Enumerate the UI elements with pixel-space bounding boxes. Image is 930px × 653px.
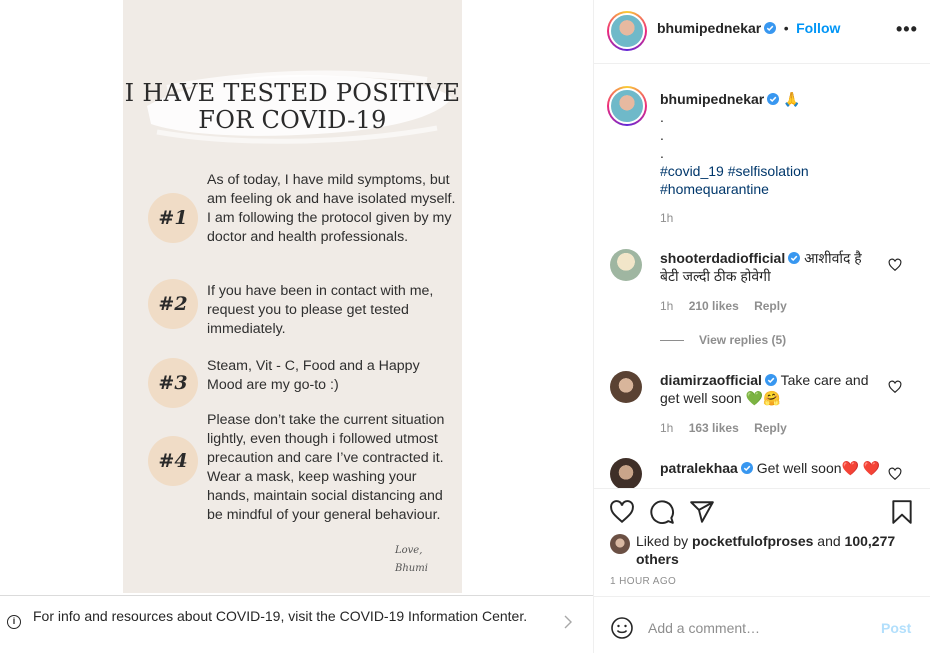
- caption-header: bhumipednekar 🙏: [660, 90, 801, 108]
- hashtag-homequarantine[interactable]: #homequarantine: [660, 181, 769, 197]
- verified-icon: [740, 462, 753, 474]
- post-comment-button[interactable]: Post: [881, 620, 911, 636]
- comment-2-time: 1h: [660, 421, 674, 435]
- bookmark-icon[interactable]: [889, 499, 915, 525]
- likes-and: and: [817, 533, 841, 549]
- follow-button[interactable]: Follow: [796, 20, 840, 36]
- point-text-1: As of today, I have mild symptoms, but a…: [207, 172, 456, 245]
- view-replies-button[interactable]: View replies (5): [699, 333, 786, 347]
- post-actions: Liked by pocketfulofproses and 100,277 o…: [594, 488, 930, 653]
- comment-like-heart-icon[interactable]: [888, 258, 902, 272]
- caption-avatar[interactable]: [607, 86, 647, 126]
- caption-time: 1h: [660, 211, 674, 225]
- point-text-2: If you have been in contact with me, req…: [207, 283, 434, 337]
- point-number-3: #3: [148, 358, 198, 408]
- comment-like-heart-icon[interactable]: [888, 380, 902, 394]
- comment-2-username[interactable]: diamirzaofficial: [660, 372, 762, 388]
- caption-dot-2: .: [660, 127, 664, 143]
- comment-1-meta: 1h 210 likes Reply: [660, 299, 787, 313]
- emoji-icon[interactable]: [610, 616, 634, 640]
- likes-summary: Liked by pocketfulofproses and 100,277 o…: [636, 532, 916, 568]
- verified-icon: [788, 252, 801, 264]
- image-title-line2: FOR COVID-19: [198, 106, 387, 134]
- hashtag-covid[interactable]: #covid_19: [660, 163, 724, 179]
- more-options-icon[interactable]: •••: [896, 20, 918, 38]
- point-number-4: #4: [148, 436, 198, 486]
- point-text-3: Steam, Vit - C, Food and a Happy Mood ar…: [207, 358, 420, 393]
- caption-tags-row: #covid_19 #selfisolation: [660, 162, 809, 180]
- comment-input[interactable]: [648, 615, 868, 641]
- comment-1-likes[interactable]: 210 likes: [689, 299, 739, 313]
- image-title: I HAVE TESTED POSITIVE FOR COVID-19: [123, 80, 462, 134]
- liker-username[interactable]: pocketfulofproses: [692, 533, 813, 549]
- verified-icon: [767, 93, 780, 105]
- liker-avatar[interactable]: [610, 534, 630, 554]
- comment-avatar[interactable]: [610, 249, 642, 281]
- verified-icon: [764, 22, 777, 34]
- image-title-line1: I HAVE TESTED POSITIVE: [124, 79, 461, 107]
- caption-emoji: 🙏: [783, 91, 801, 107]
- signature-love: Love,: [395, 545, 423, 556]
- post-media-area: I HAVE TESTED POSITIVE FOR COVID-19 #1 A…: [0, 0, 593, 595]
- chevron-right-icon[interactable]: [562, 614, 574, 630]
- header-user-row: bhumipednekar • Follow: [657, 20, 840, 38]
- comment-3: patralekhaa Get well soon❤️ ❤️: [660, 459, 885, 477]
- header-username[interactable]: bhumipednekar: [657, 20, 761, 36]
- comment-2: diamirzaofficial Take care and get well …: [660, 371, 885, 407]
- caption-username[interactable]: bhumipednekar: [660, 91, 764, 107]
- verified-icon: [764, 374, 777, 386]
- comments-list: bhumipednekar 🙏 . . . #covid_19 #selfiso…: [594, 65, 930, 488]
- covid-info-banner[interactable]: i For info and resources about COVID-19,…: [0, 595, 593, 653]
- post-side-panel: bhumipednekar • Follow ••• bhumipednekar…: [593, 0, 930, 653]
- replies-divider: [660, 340, 684, 341]
- comment-1-username[interactable]: shooterdadiofficial: [660, 250, 785, 266]
- comment-2-reply-button[interactable]: Reply: [754, 421, 787, 435]
- post-header: bhumipednekar • Follow •••: [594, 0, 930, 64]
- point-number-1: #1: [148, 193, 198, 243]
- heart-icon[interactable]: [609, 499, 635, 525]
- comment-3-text: Get well soon❤️ ❤️: [756, 460, 881, 476]
- comment-1: shooterdadiofficial आशीर्वाद है बेटी जल्…: [660, 249, 880, 285]
- post-image[interactable]: I HAVE TESTED POSITIVE FOR COVID-19 #1 A…: [123, 0, 462, 593]
- comment-2-meta: 1h 163 likes Reply: [660, 421, 787, 435]
- caption-dot-1: .: [660, 109, 664, 125]
- info-icon: i: [7, 615, 21, 629]
- header-separator: •: [783, 20, 789, 36]
- caption-dot-3: .: [660, 145, 664, 161]
- comment-avatar[interactable]: [610, 458, 642, 488]
- comment-1-time: 1h: [660, 299, 674, 313]
- comment-icon[interactable]: [649, 499, 675, 525]
- add-comment-bar: Post: [594, 596, 930, 653]
- signature-name: Bhumi: [395, 563, 428, 574]
- post-timestamp[interactable]: 1 HOUR AGO: [610, 576, 676, 587]
- comment-3-username[interactable]: patralekhaa: [660, 460, 738, 476]
- comment-1-reply-button[interactable]: Reply: [754, 299, 787, 313]
- comment-avatar[interactable]: [610, 371, 642, 403]
- caption-tags-row-2: #homequarantine: [660, 180, 769, 198]
- point-number-2: #2: [148, 279, 198, 329]
- avatar[interactable]: [607, 11, 647, 51]
- comment-2-likes[interactable]: 163 likes: [689, 421, 739, 435]
- liked-by-prefix: Liked by: [636, 533, 689, 549]
- hashtag-selfisolation[interactable]: #selfisolation: [728, 163, 809, 179]
- share-icon[interactable]: [689, 499, 715, 525]
- comment-like-heart-icon[interactable]: [888, 467, 902, 481]
- point-text-4: Please don’t take the current situation …: [207, 412, 445, 523]
- covid-info-text[interactable]: For info and resources about COVID-19, v…: [33, 607, 543, 625]
